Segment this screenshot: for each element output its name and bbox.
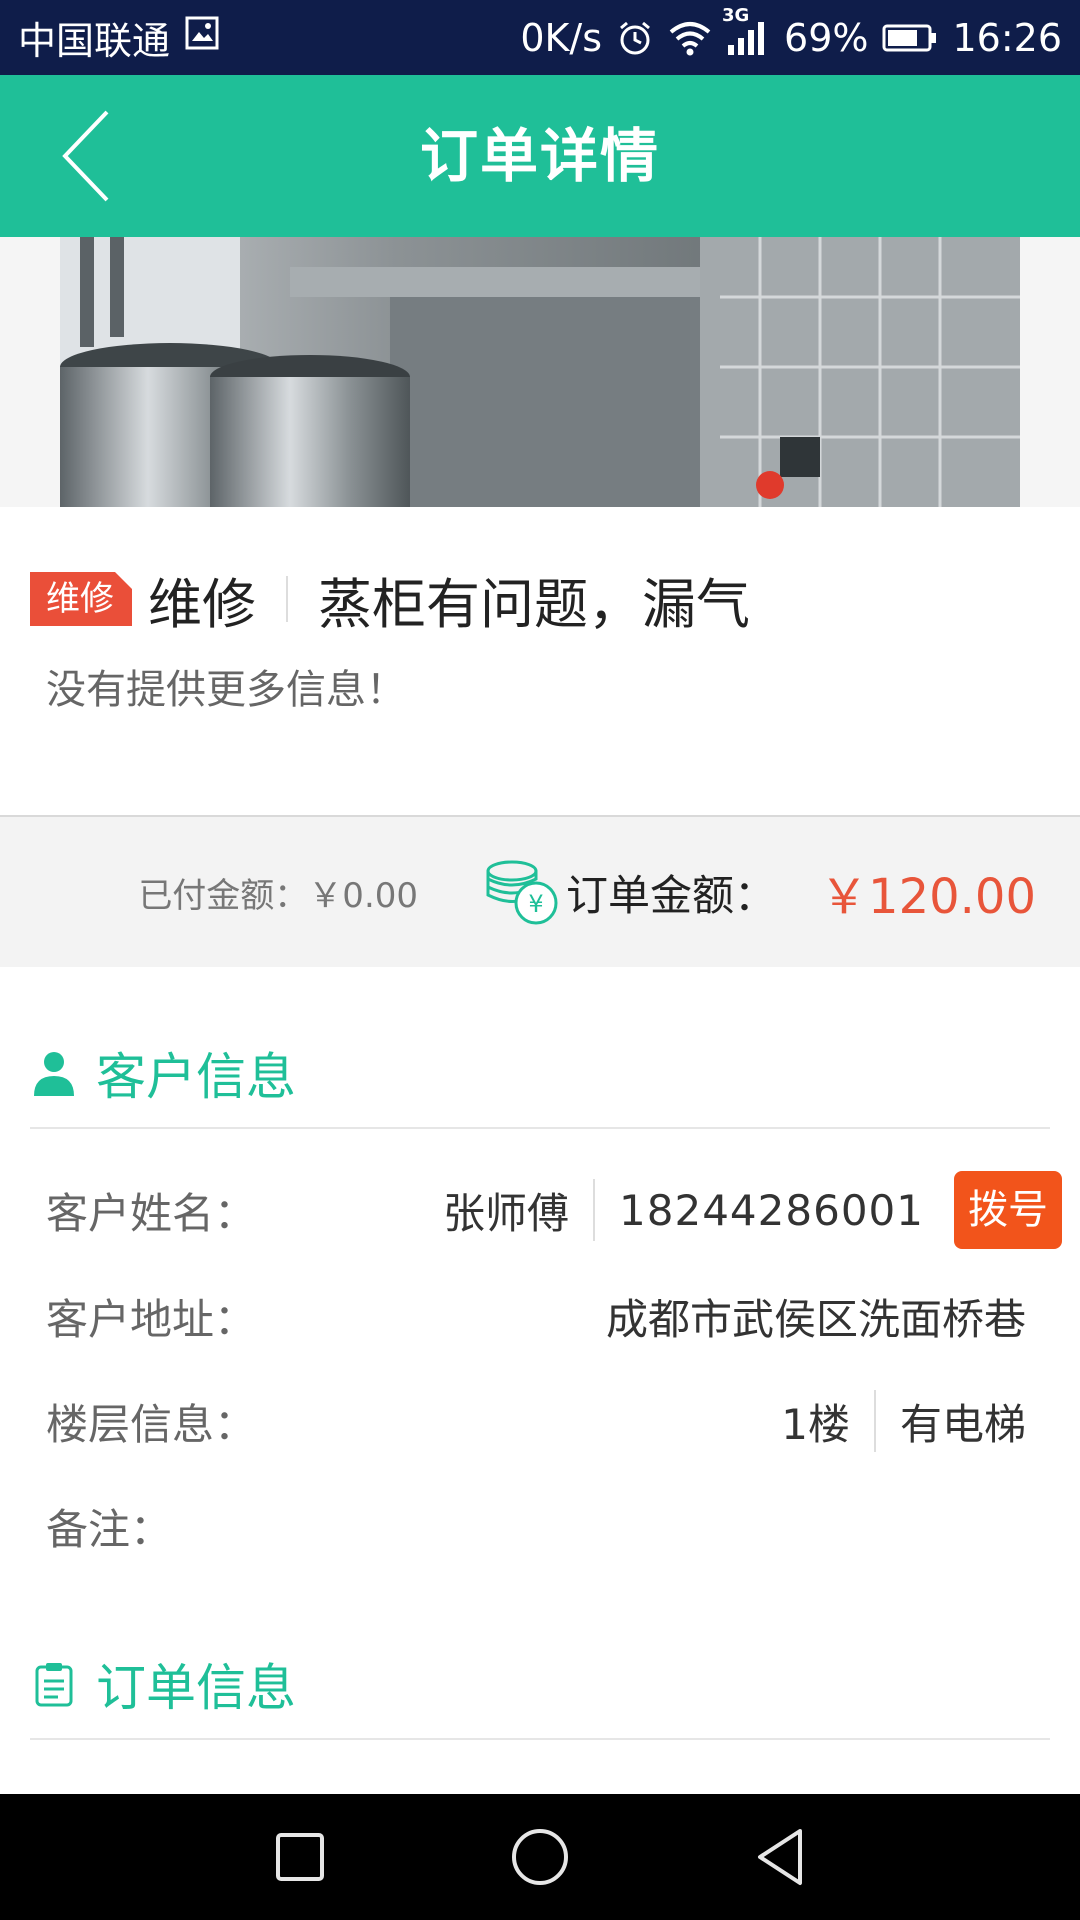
divider xyxy=(593,1179,596,1241)
amount-bar: 已付金额：￥0.00 ¥ 订单金额： ￥120.00 xyxy=(0,815,1080,967)
circle-icon xyxy=(512,1829,568,1885)
floor-value: 1楼 xyxy=(781,1399,850,1449)
order-amount-label: 订单金额： xyxy=(566,870,777,920)
customer-name-row: 客户姓名： 张师傅 18244286001 拨号 xyxy=(46,1170,1062,1250)
clock: 16:26 xyxy=(952,15,1062,60)
app-header: 订单详情 xyxy=(0,75,1080,237)
network-type: 3G xyxy=(722,4,750,26)
service-type-tag: 维修 xyxy=(30,572,133,626)
order-photo-area xyxy=(0,237,1080,507)
page-title: 订单详情 xyxy=(419,122,660,190)
order-description: 没有提供更多信息！ xyxy=(46,667,406,713)
customer-name-value: 张师傅 xyxy=(443,1188,570,1238)
network-speed: 0K/s xyxy=(520,15,603,60)
coins-icon: ¥ xyxy=(482,857,560,927)
service-category: 维修 xyxy=(148,572,256,636)
customer-address-label: 客户地址： xyxy=(46,1294,257,1344)
customer-name-label: 客户姓名： xyxy=(46,1188,257,1238)
svg-text:¥: ¥ xyxy=(528,890,543,918)
status-bar: 中国联通 0K/s 3G 69% 16:26 xyxy=(0,0,1080,75)
divider xyxy=(873,1390,876,1452)
battery-icon xyxy=(882,23,938,53)
customer-section-header: 客户信息 xyxy=(30,1019,1050,1129)
remark-row: 备注： xyxy=(46,1486,1026,1566)
system-back-button[interactable] xyxy=(660,1794,900,1920)
order-photo[interactable] xyxy=(60,237,1020,507)
clipboard-icon xyxy=(30,1658,78,1710)
signal-icon: 3G xyxy=(722,5,770,57)
remark-label: 备注： xyxy=(46,1504,173,1554)
floor-info-label: 楼层信息： xyxy=(46,1399,257,1449)
order-subject: 蒸柜有问题，漏气 xyxy=(318,572,750,636)
customer-phone[interactable]: 18244286001 xyxy=(619,1186,924,1235)
square-icon xyxy=(276,1833,324,1881)
carrier-name: 中国联通 xyxy=(18,19,171,63)
dial-button[interactable]: 拨号 xyxy=(954,1171,1062,1249)
customer-address-value: 成都市武侯区洗面桥巷 xyxy=(605,1294,1026,1344)
customer-address-row: 客户地址： 成都市武侯区洗面桥巷 xyxy=(46,1276,1026,1356)
user-icon xyxy=(30,1047,78,1099)
order-amount-value: ￥120.00 xyxy=(820,869,1036,925)
elevator-value: 有电梯 xyxy=(899,1399,1026,1449)
customer-section-title: 客户信息 xyxy=(96,1048,296,1106)
divider xyxy=(286,576,288,622)
system-navigation-bar xyxy=(0,1794,1080,1920)
triangle-back-icon xyxy=(758,1829,802,1885)
alarm-icon xyxy=(616,19,654,57)
paid-amount-label: 已付金额： xyxy=(138,875,309,916)
order-summary: 维修 维修 蒸柜有问题，漏气 没有提供更多信息！ xyxy=(0,507,1080,815)
floor-info-row: 楼层信息： 1楼 有电梯 xyxy=(46,1381,1026,1461)
battery-percent: 69% xyxy=(784,15,869,60)
paid-amount-value: ￥0.00 xyxy=(308,875,419,916)
paid-amount: 已付金额：￥0.00 xyxy=(138,868,418,917)
image-notification-icon xyxy=(184,15,220,60)
order-section-title: 订单信息 xyxy=(96,1659,296,1717)
recent-apps-button[interactable] xyxy=(180,1794,420,1920)
home-button[interactable] xyxy=(420,1794,660,1920)
wifi-icon xyxy=(668,20,712,56)
order-section-header: 订单信息 xyxy=(30,1630,1050,1740)
